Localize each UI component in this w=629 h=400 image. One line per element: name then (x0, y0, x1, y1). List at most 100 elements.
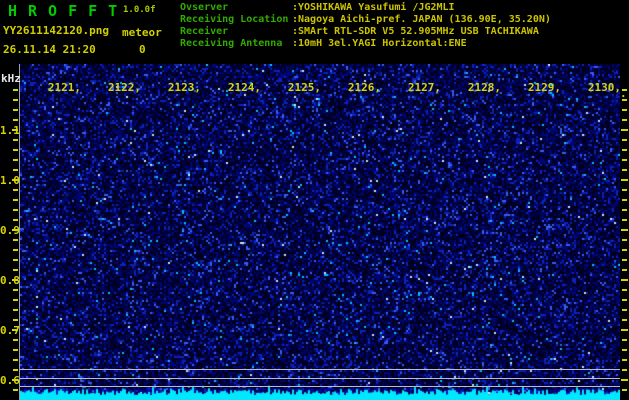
freq-minor-tick (13, 269, 18, 271)
freq-minor-tick (13, 209, 18, 211)
freq-minor-tick (13, 189, 18, 191)
freq-tick-right (622, 119, 627, 121)
station-info: Ovserver :YOSHIKAWA Yasufumi /JG2MLI Rece… (180, 2, 626, 50)
freq-tick-right (622, 109, 627, 111)
freq-minor-tick (13, 359, 18, 361)
freq-major-tick (12, 179, 18, 181)
info-label: Receiving Antenna (180, 38, 283, 49)
freq-tick-label: 0.7 (0, 324, 20, 337)
time-tick-label: 2129, (527, 81, 561, 94)
level-gridline (20, 378, 620, 379)
freq-minor-tick (13, 149, 18, 151)
freq-tick-right (622, 139, 627, 141)
time-tick-label: 2125, (287, 81, 321, 94)
freq-tick-right (622, 299, 627, 301)
freq-tick-right (622, 239, 627, 241)
freq-minor-tick (13, 89, 18, 91)
freq-minor-tick (13, 139, 18, 141)
time-tick-label: 2126, (347, 81, 381, 94)
freq-tick-label: 0.9 (0, 224, 20, 237)
freq-tick-right (622, 99, 627, 101)
freq-major-tick (12, 279, 18, 281)
freq-minor-tick (13, 289, 18, 291)
freq-minor-tick (13, 159, 18, 161)
freq-major-tick (12, 229, 18, 231)
spectrogram-canvas (20, 64, 620, 400)
freq-minor-tick (13, 259, 18, 261)
time-tick-label: 2121, (47, 81, 81, 94)
freq-minor-tick (13, 389, 18, 391)
freq-minor-tick (13, 99, 18, 101)
freq-minor-tick (13, 239, 18, 241)
freq-tick-right (622, 219, 627, 221)
freq-minor-tick (13, 119, 18, 121)
info-row-observer: Ovserver :YOSHIKAWA Yasufumi /JG2MLI (180, 2, 626, 14)
info-row-location: Receiving Location:Nagoya Aichi-pref. JA… (180, 14, 626, 26)
freq-tick-right (622, 389, 627, 391)
freq-minor-tick (13, 349, 18, 351)
info-label: Ovserver (180, 2, 229, 13)
freq-tick-right (622, 209, 627, 211)
freq-tick-right (622, 269, 627, 271)
time-tick-label: 2127, (407, 81, 441, 94)
freq-tick-right (621, 329, 628, 331)
freq-tick-right (622, 289, 627, 291)
version-label: 1.0.0f (123, 5, 156, 15)
info-value: :SMArt RTL-SDR V5 52.905MHz USB TACHIKAW… (292, 26, 539, 37)
freq-tick-right (622, 349, 627, 351)
time-tick-label: 2123, (167, 81, 201, 94)
time-tick-label: 2124, (227, 81, 261, 94)
info-label: Receiver (180, 26, 229, 37)
filename-label: YY2611142120.png (3, 24, 109, 37)
freq-major-tick (12, 379, 18, 381)
freq-minor-tick (13, 369, 18, 371)
freq-tick-right (622, 339, 627, 341)
freq-tick-right (621, 129, 628, 131)
mode-label: meteor (122, 26, 162, 39)
info-value: :Nagoya Aichi-pref. JAPAN (136.90E, 35.2… (292, 14, 551, 25)
freq-tick-right (622, 359, 627, 361)
freq-tick-label: 0.8 (0, 274, 20, 287)
info-value: :YOSHIKAWA Yasufumi /JG2MLI (292, 2, 455, 13)
freq-tick-right (621, 229, 628, 231)
freq-tick-right (622, 169, 627, 171)
time-tick-label: 2128, (467, 81, 501, 94)
freq-minor-tick (13, 299, 18, 301)
info-row-receiver: Receiver :SMArt RTL-SDR V5 52.905MHz USB … (180, 26, 626, 38)
freq-tick-right (622, 319, 627, 321)
freq-tick-label: 0.6 (0, 374, 20, 387)
time-tick-label: 2122, (107, 81, 141, 94)
time-tick-label: 2130, (587, 81, 621, 94)
freq-tick-label: 1.0 (0, 174, 20, 187)
freq-minor-tick (13, 339, 18, 341)
freq-minor-tick (13, 219, 18, 221)
meteor-count: 0 (139, 43, 146, 56)
freq-tick-right (622, 369, 627, 371)
freq-major-tick (12, 329, 18, 331)
freq-unit-label: kHz (1, 72, 21, 85)
freq-tick-right (621, 179, 628, 181)
freq-tick-right (622, 159, 627, 161)
level-gridline (20, 369, 620, 370)
freq-minor-tick (13, 169, 18, 171)
freq-tick-right (622, 189, 627, 191)
freq-tick-right (622, 309, 627, 311)
app-logo: HROFFT (8, 2, 129, 20)
freq-tick-right (621, 379, 628, 381)
freq-tick-label: 1.1 (0, 124, 20, 137)
info-label: Receiving Location (180, 14, 289, 25)
hrofft-screenshot: HROFFT 1.0.0f YY2611142120.png meteor 26… (0, 0, 629, 400)
freq-minor-tick (13, 199, 18, 201)
freq-tick-right (622, 149, 627, 151)
freq-minor-tick (13, 319, 18, 321)
freq-tick-right (622, 259, 627, 261)
freq-minor-tick (13, 249, 18, 251)
freq-tick-right (621, 279, 628, 281)
datetime-label: 26.11.14 21:20 (3, 43, 96, 56)
freq-minor-tick (13, 109, 18, 111)
freq-minor-tick (13, 309, 18, 311)
level-gridline (20, 386, 620, 387)
info-row-antenna: Receiving Antenna:10mH 3el.YAGI Horizont… (180, 38, 626, 50)
freq-tick-right (622, 199, 627, 201)
freq-tick-right (622, 89, 627, 91)
